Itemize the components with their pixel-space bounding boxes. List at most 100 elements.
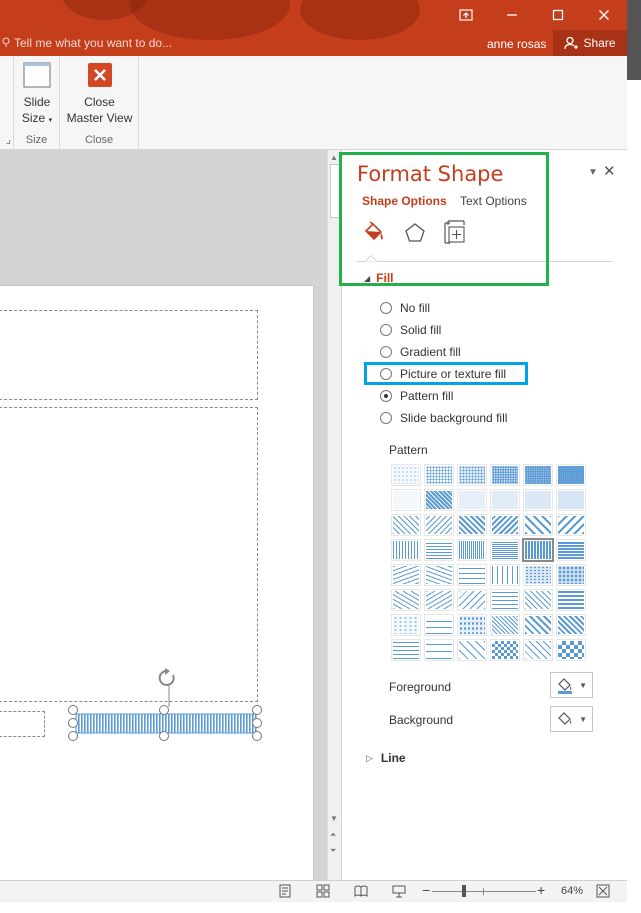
next-slide-icon[interactable]: ⏷ bbox=[330, 846, 336, 856]
slide-canvas[interactable] bbox=[0, 285, 314, 893]
tell-me-text: Tell me what you want to do... bbox=[14, 36, 173, 50]
radio-solid-fill[interactable] bbox=[380, 324, 392, 336]
pattern-swatch[interactable] bbox=[391, 539, 421, 561]
pattern-swatch[interactable] bbox=[424, 589, 454, 611]
pattern-swatch[interactable] bbox=[424, 539, 454, 561]
zoom-level[interactable]: 64% bbox=[561, 885, 583, 897]
maximize-icon bbox=[552, 9, 564, 21]
pattern-swatch[interactable] bbox=[490, 539, 520, 561]
ribbon-display-options-button[interactable] bbox=[443, 0, 489, 30]
zoom-slider-track[interactable] bbox=[432, 891, 536, 892]
slide-editing-area[interactable] bbox=[0, 150, 327, 893]
fill-option-solid-fill[interactable]: Solid fill bbox=[380, 323, 441, 337]
pattern-swatch[interactable] bbox=[556, 489, 586, 511]
pattern-swatch[interactable] bbox=[424, 514, 454, 536]
pattern-swatch[interactable] bbox=[523, 514, 553, 536]
zoom-in-button[interactable]: + bbox=[537, 882, 545, 898]
pattern-swatch[interactable] bbox=[556, 564, 586, 586]
foreground-color-button[interactable]: ▼ bbox=[550, 672, 593, 698]
pattern-swatch[interactable] bbox=[391, 464, 421, 486]
fill-option-no-fill[interactable]: No fill bbox=[380, 301, 430, 315]
pattern-swatch[interactable] bbox=[424, 564, 454, 586]
pattern-swatch[interactable] bbox=[457, 514, 487, 536]
selection-handles[interactable] bbox=[67, 704, 267, 742]
close-window-button[interactable] bbox=[581, 0, 627, 30]
fit-to-window-icon[interactable] bbox=[596, 884, 610, 898]
pattern-swatch[interactable] bbox=[556, 639, 586, 661]
pattern-swatch[interactable] bbox=[490, 564, 520, 586]
content-placeholder[interactable] bbox=[0, 407, 258, 702]
pattern-swatch[interactable] bbox=[457, 614, 487, 636]
pattern-swatch[interactable] bbox=[523, 564, 553, 586]
pattern-swatch[interactable] bbox=[556, 614, 586, 636]
expand-triangle-icon: ▷ bbox=[366, 752, 373, 763]
pattern-swatch[interactable] bbox=[457, 464, 487, 486]
pattern-swatch[interactable] bbox=[490, 489, 520, 511]
slideshow-icon[interactable] bbox=[392, 884, 406, 898]
zoom-out-button[interactable]: − bbox=[422, 882, 430, 898]
pattern-swatch[interactable] bbox=[424, 464, 454, 486]
notes-icon[interactable] bbox=[278, 884, 292, 898]
radio-slide-background-fill[interactable] bbox=[380, 412, 392, 424]
share-button[interactable]: Share bbox=[553, 30, 627, 56]
pattern-swatch[interactable] bbox=[523, 639, 553, 661]
background-label: Background bbox=[389, 713, 454, 727]
slide-size-button[interactable]: Slide Size ▾ bbox=[18, 60, 56, 129]
pattern-swatch[interactable] bbox=[391, 514, 421, 536]
pattern-swatch[interactable] bbox=[523, 589, 553, 611]
pattern-swatch[interactable] bbox=[424, 614, 454, 636]
pattern-swatch[interactable] bbox=[457, 589, 487, 611]
pattern-swatch[interactable] bbox=[457, 539, 487, 561]
pattern-swatch[interactable] bbox=[490, 589, 520, 611]
pattern-swatch[interactable] bbox=[490, 639, 520, 661]
radio-gradient-fill[interactable] bbox=[380, 346, 392, 358]
fill-option-slide-background-fill[interactable]: Slide background fill bbox=[380, 411, 507, 425]
tell-me-search[interactable]: Tell me what you want to do... bbox=[2, 36, 172, 50]
dialog-launcher-icon[interactable]: ⌟ bbox=[0, 133, 13, 146]
share-label: Share bbox=[583, 36, 616, 50]
pattern-swatch[interactable] bbox=[457, 489, 487, 511]
background-color-button[interactable]: ▼ bbox=[550, 706, 593, 732]
user-name[interactable]: anne rosas bbox=[487, 37, 546, 51]
handle-dots bbox=[68, 705, 262, 741]
reading-view-icon[interactable] bbox=[354, 884, 368, 898]
pattern-swatch[interactable] bbox=[523, 489, 553, 511]
pattern-swatch[interactable] bbox=[556, 464, 586, 486]
pane-close-icon[interactable]: ✕ bbox=[603, 162, 616, 180]
pattern-swatch[interactable] bbox=[556, 539, 586, 561]
previous-slide-icon[interactable]: ⏶ bbox=[330, 830, 336, 840]
line-section-header[interactable]: ▷ Line bbox=[366, 751, 406, 765]
fill-option-gradient-fill[interactable]: Gradient fill bbox=[380, 345, 461, 359]
pattern-swatch[interactable] bbox=[490, 514, 520, 536]
pattern-swatch[interactable] bbox=[391, 564, 421, 586]
pane-options-dropdown-icon[interactable]: ▼ bbox=[588, 167, 598, 178]
pattern-swatch[interactable] bbox=[523, 464, 553, 486]
radio-pattern-fill[interactable] bbox=[380, 390, 392, 402]
scroll-down-icon[interactable]: ▼ bbox=[330, 814, 338, 823]
fill-option-pattern-fill[interactable]: Pattern fill bbox=[380, 389, 453, 403]
radio-no-fill[interactable] bbox=[380, 302, 392, 314]
pattern-swatch[interactable] bbox=[490, 614, 520, 636]
scroll-up-icon[interactable]: ▲ bbox=[330, 153, 338, 162]
normal-view-icon[interactable] bbox=[316, 884, 330, 898]
pattern-swatch[interactable] bbox=[391, 614, 421, 636]
maximize-button[interactable] bbox=[535, 0, 581, 30]
pattern-swatch[interactable] bbox=[424, 489, 454, 511]
pattern-swatch[interactable] bbox=[424, 639, 454, 661]
pattern-swatch[interactable] bbox=[522, 538, 554, 562]
pattern-swatch[interactable] bbox=[457, 564, 487, 586]
zoom-slider-thumb[interactable] bbox=[462, 885, 466, 897]
pattern-swatch[interactable] bbox=[556, 514, 586, 536]
pattern-swatch[interactable] bbox=[391, 489, 421, 511]
pattern-swatch[interactable] bbox=[523, 614, 553, 636]
title-placeholder[interactable] bbox=[0, 310, 258, 400]
pattern-swatch[interactable] bbox=[391, 639, 421, 661]
pattern-swatch[interactable] bbox=[457, 639, 487, 661]
pattern-label: Pattern bbox=[389, 443, 428, 457]
pattern-swatch[interactable] bbox=[556, 589, 586, 611]
date-placeholder[interactable] bbox=[0, 711, 45, 737]
pattern-swatch[interactable] bbox=[490, 464, 520, 486]
close-master-view-button[interactable]: Close Master View bbox=[64, 60, 135, 126]
pattern-swatch[interactable] bbox=[391, 589, 421, 611]
minimize-button[interactable] bbox=[489, 0, 535, 30]
